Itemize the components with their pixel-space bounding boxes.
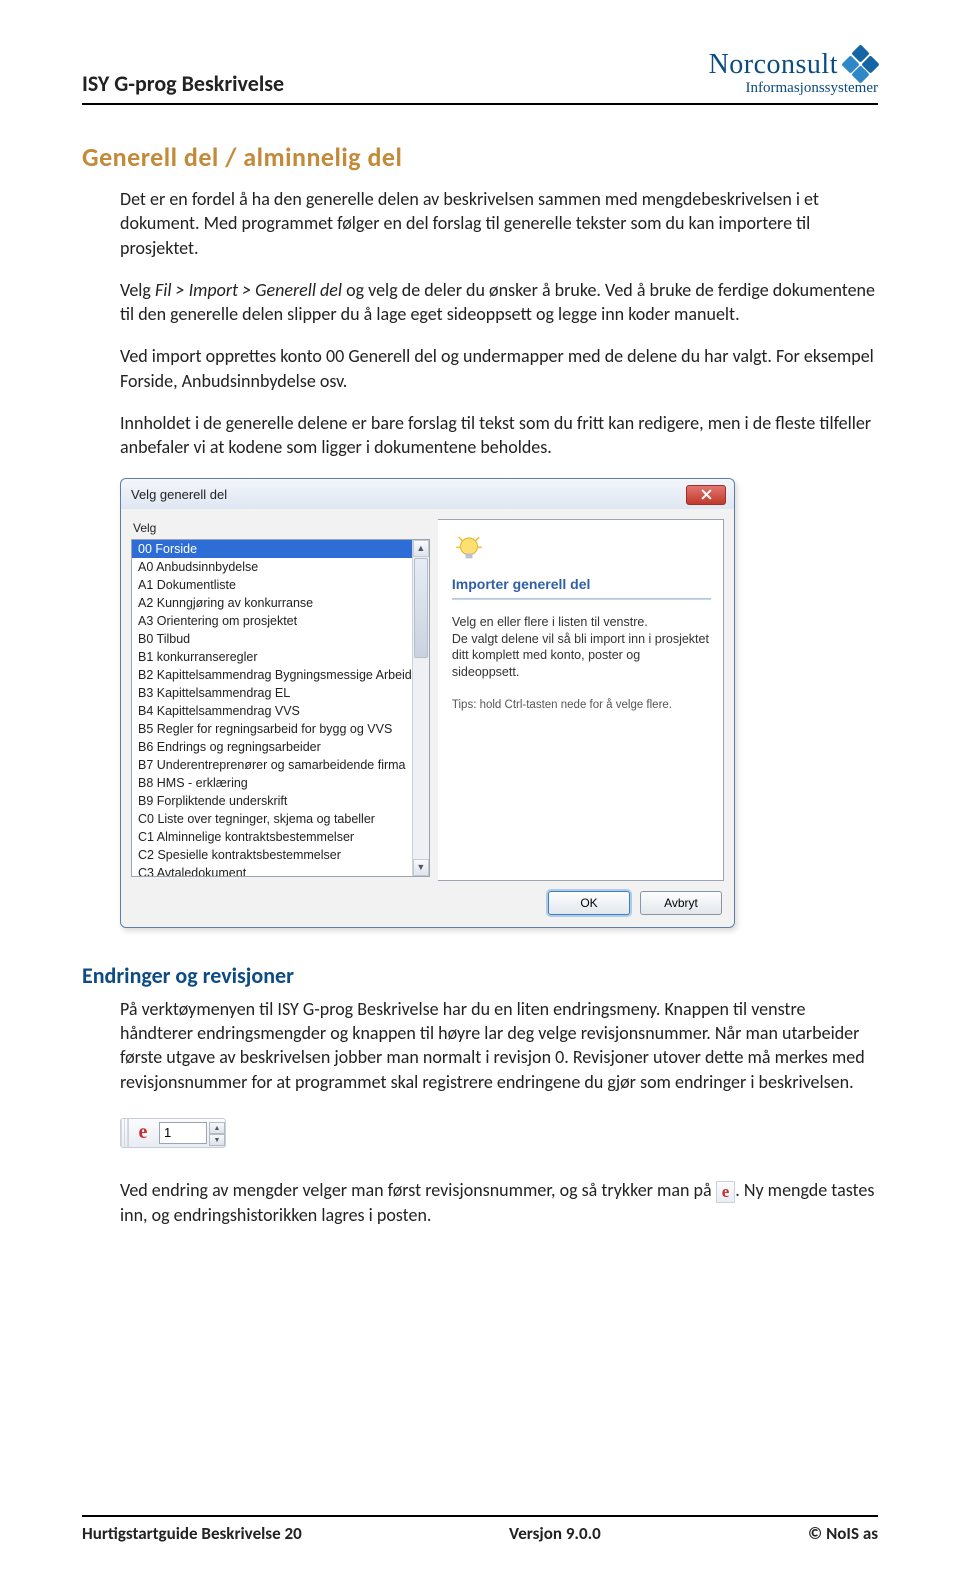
page-footer: Hurtigstartguide Beskrivelse 20 Versjon … [82, 1515, 878, 1544]
list-item[interactable]: B0 Tilbud [132, 630, 429, 648]
footer-right: © NoIS as [808, 1523, 878, 1544]
chevron-up-icon[interactable]: ▲ [209, 1122, 225, 1134]
dialog-velg-generell-del: Velg generell del Velg 00 ForsideA0 Anbu… [120, 478, 735, 928]
section-heading-2: Endringer og revisjoner [82, 962, 878, 989]
list-item[interactable]: 00 Forside [132, 540, 429, 558]
cancel-button[interactable]: Avbryt [640, 891, 722, 915]
list-item[interactable]: B9 Forpliktende underskrift [132, 792, 429, 810]
paragraph: Ved import opprettes konto 00 Generell d… [120, 344, 878, 393]
dialog-titlebar[interactable]: Velg generell del [121, 479, 734, 509]
paragraph: Innholdet i de generelle delene er bare … [120, 411, 878, 460]
text: Velg [120, 279, 155, 301]
list-item[interactable]: C0 Liste over tegninger, skjema og tabel… [132, 810, 429, 828]
revision-number-input[interactable] [159, 1122, 207, 1144]
divider [452, 598, 711, 600]
page-header: ISY G-prog Beskrivelse Norconsult Inform… [82, 48, 878, 105]
text: Ved endring av mengder velger man først … [120, 1179, 716, 1201]
chevron-down-icon[interactable]: ▼ [209, 1134, 225, 1146]
paragraph: På verktøymenyen til ISY G-prog Beskrive… [120, 997, 878, 1094]
lightbulb-icon [452, 532, 486, 566]
toolbar-grip-icon[interactable] [121, 1119, 129, 1147]
dialog-title: Velg generell del [131, 487, 227, 502]
paragraph: Velg Fil > Import > Generell del og velg… [120, 278, 878, 327]
list-item[interactable]: B3 Kapittelsammendrag EL [132, 684, 429, 702]
info-tips: Tips: hold Ctrl-tasten nede for å velge … [452, 699, 711, 711]
list-item[interactable]: A0 Anbudsinnbydelse [132, 558, 429, 576]
scroll-down-icon[interactable]: ▼ [413, 859, 429, 876]
revision-spinner[interactable]: ▲ ▼ [209, 1122, 225, 1144]
dialog-info-panel: Importer generell del Velg en eller fler… [438, 519, 724, 881]
brand-logo-icon [844, 48, 878, 82]
list-item[interactable]: B8 HMS - erklæring [132, 774, 429, 792]
paragraph: Det er en fordel å ha den generelle dele… [120, 187, 878, 260]
ok-button[interactable]: OK [548, 891, 630, 915]
list-item[interactable]: C3 Avtaledokument [132, 864, 429, 877]
revision-toolbar: e ▲ ▼ [120, 1118, 226, 1148]
brand-block: Norconsult Informasjonssystemer [709, 48, 878, 97]
endring-button[interactable]: e [129, 1121, 157, 1144]
info-title: Importer generell del [452, 576, 711, 592]
list-item[interactable]: A1 Dokumentliste [132, 576, 429, 594]
list-item[interactable]: B5 Regler for regningsarbeid for bygg og… [132, 720, 429, 738]
list-item[interactable]: A3 Orientering om prosjektet [132, 612, 429, 630]
brand-name: Norconsult [709, 49, 838, 81]
scrollbar[interactable]: ▲ ▼ [412, 540, 429, 876]
footer-left: Hurtigstartguide Beskrivelse 20 [82, 1523, 302, 1544]
list-item[interactable]: B4 Kapittelsammendrag VVS [132, 702, 429, 720]
brand-subtitle: Informasjonssystemer [709, 80, 878, 97]
footer-center: Versjon 9.0.0 [509, 1523, 601, 1544]
info-text: Velg en eller flere i listen til venstre… [452, 614, 711, 682]
list-item[interactable]: A2 Kunngjøring av konkurranse [132, 594, 429, 612]
list-item[interactable]: B2 Kapittelsammendrag Bygningsmessige Ar… [132, 666, 429, 684]
generell-del-listbox[interactable]: 00 ForsideA0 AnbudsinnbydelseA1 Dokument… [131, 539, 430, 877]
close-button[interactable] [686, 485, 726, 505]
scroll-up-icon[interactable]: ▲ [413, 540, 429, 557]
menu-path-text: Fil > Import > Generell del [155, 279, 342, 301]
list-item[interactable]: C1 Alminnelige kontraktsbestemmelser [132, 828, 429, 846]
listbox-label: Velg [133, 521, 430, 535]
list-item[interactable]: B1 konkurranseregler [132, 648, 429, 666]
section-heading-1: Generell del / alminnelig del [82, 141, 878, 173]
list-item[interactable]: B7 Underentreprenører og samarbeidende f… [132, 756, 429, 774]
doc-title: ISY G-prog Beskrivelse [82, 70, 284, 97]
paragraph: Ved endring av mengder velger man først … [120, 1178, 878, 1227]
endring-icon: e [716, 1181, 736, 1203]
scroll-thumb[interactable] [414, 558, 428, 658]
list-item[interactable]: B6 Endrings og regningsarbeider [132, 738, 429, 756]
list-item[interactable]: C2 Spesielle kontraktsbestemmelser [132, 846, 429, 864]
close-icon [701, 489, 712, 500]
